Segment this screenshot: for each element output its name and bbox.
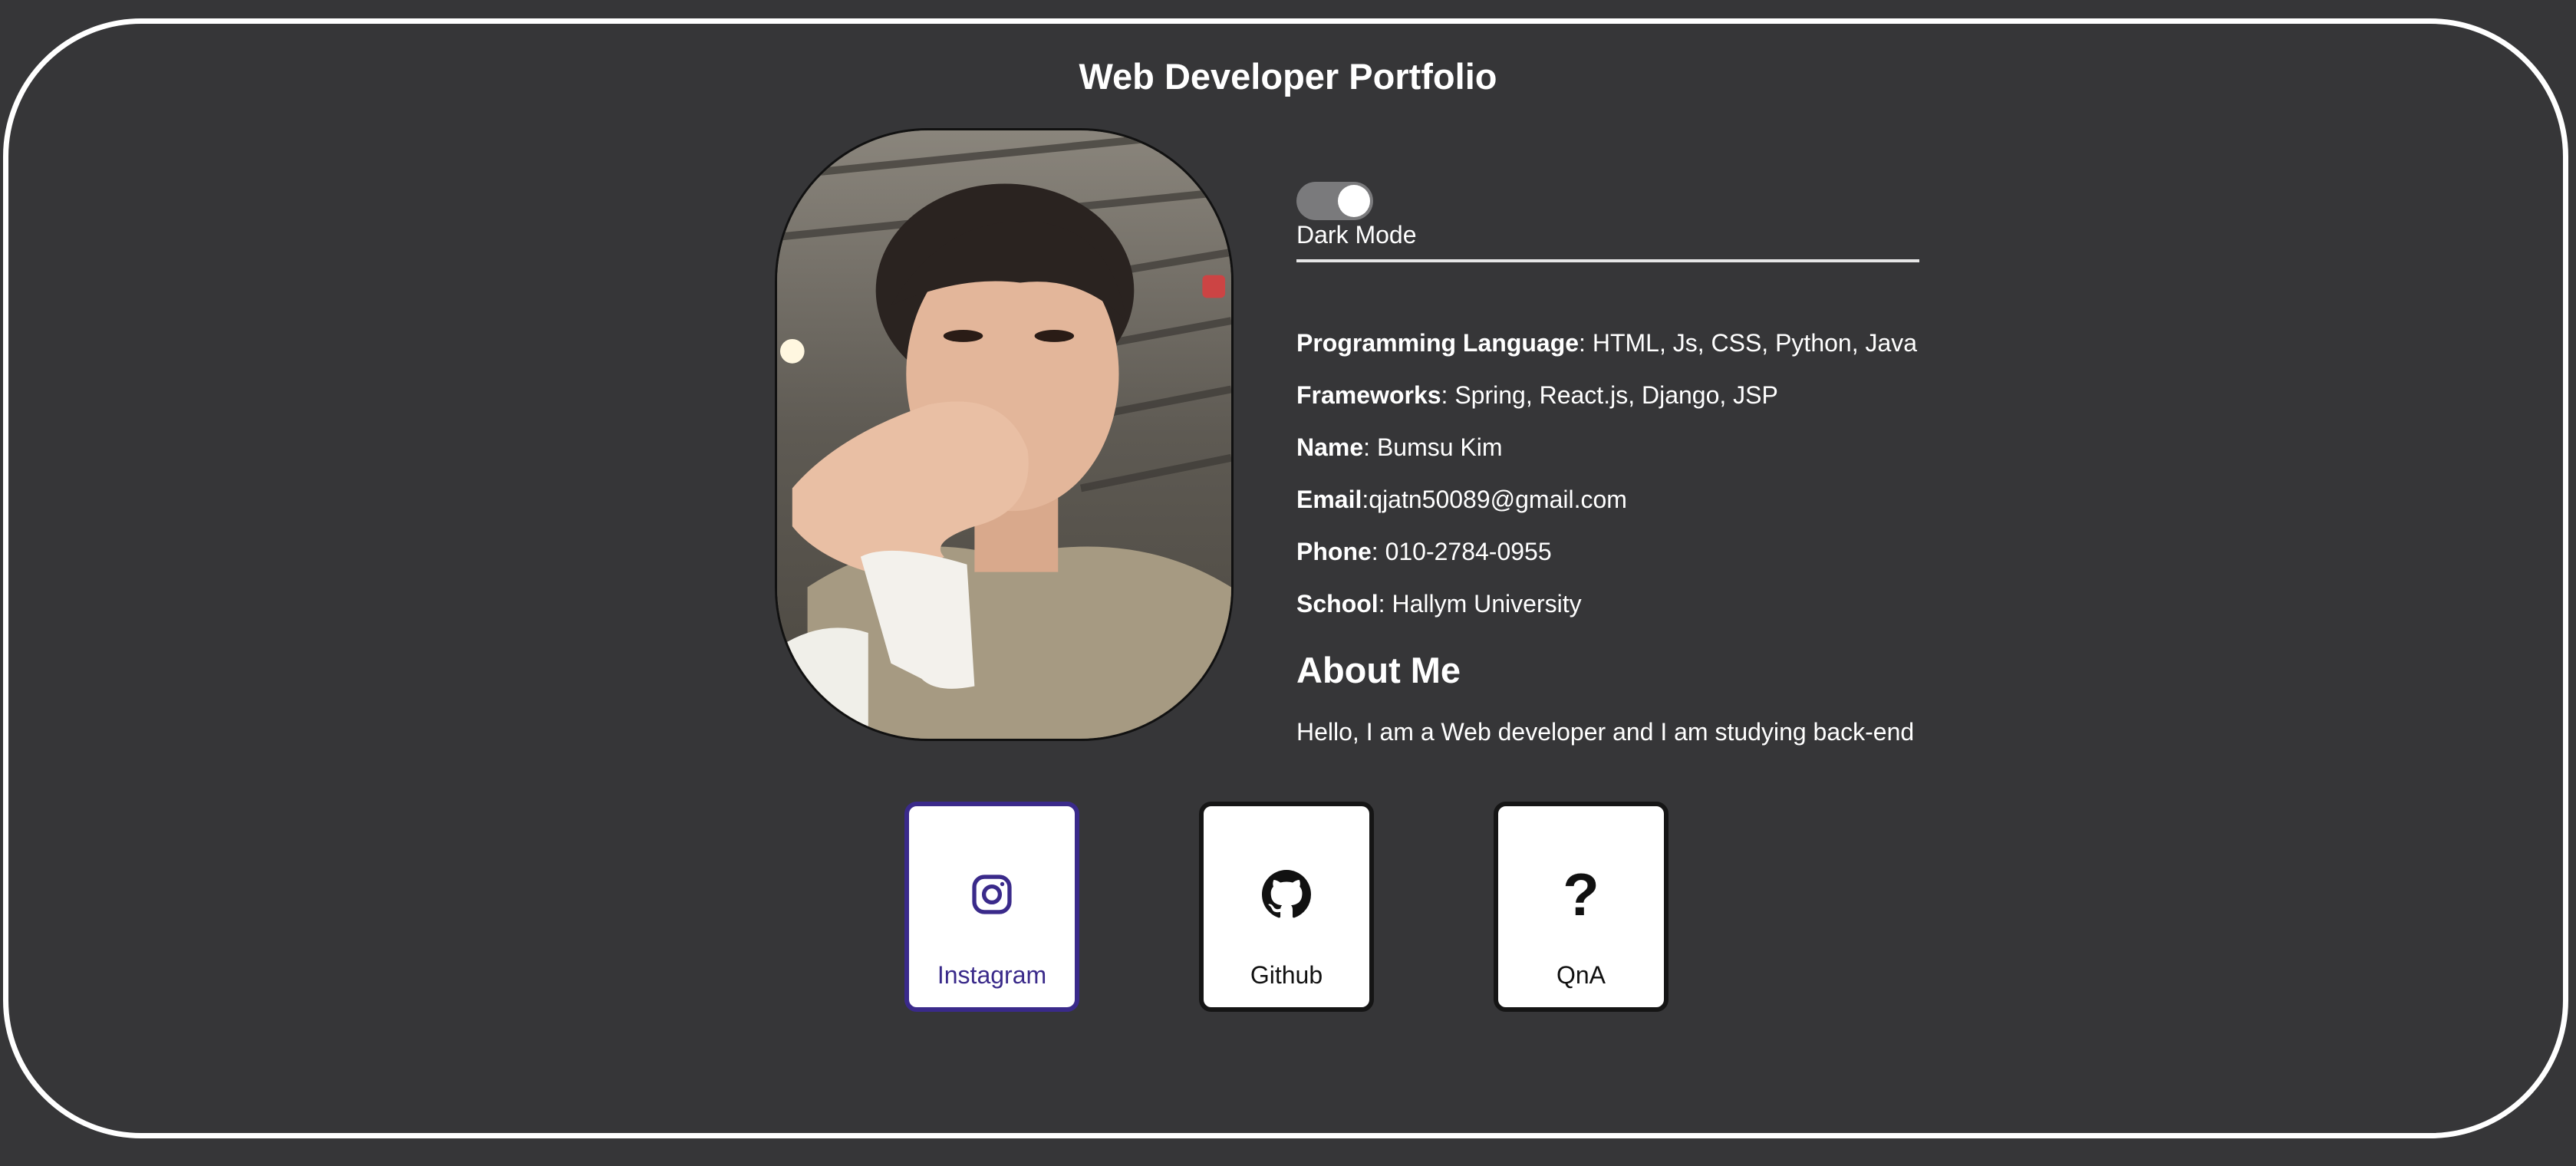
field-value: :qjatn50089@gmail.com — [1362, 486, 1627, 513]
field-name: Name: Bumsu Kim — [1296, 432, 1503, 463]
profile-photo — [775, 128, 1234, 741]
field-value: : Bumsu Kim — [1363, 433, 1503, 461]
field-value: : 010-2784-0955 — [1371, 538, 1552, 565]
page-title: Web Developer Portfolio — [1079, 56, 1497, 97]
field-school: School: Hallym University — [1296, 588, 1582, 619]
question-icon: ? — [1498, 861, 1664, 928]
dark-mode-label: Dark Mode — [1296, 221, 1417, 249]
field-frameworks: Frameworks: Spring, React.js, Django, JS… — [1296, 380, 1778, 410]
instagram-label: Instagram — [937, 961, 1047, 989]
dark-mode-toggle[interactable] — [1296, 182, 1373, 220]
about-title: About Me — [1296, 650, 1461, 690]
profile-photo-illustration — [777, 130, 1231, 739]
instagram-icon — [909, 868, 1075, 921]
qna-card[interactable]: ? QnA — [1494, 802, 1668, 1012]
qna-label: QnA — [1556, 961, 1606, 989]
question-glyph: ? — [1563, 861, 1599, 928]
instagram-card[interactable]: Instagram — [904, 802, 1079, 1012]
field-label: Phone — [1296, 538, 1372, 565]
field-label: Programming Language — [1296, 329, 1580, 357]
field-programming-language: Programming Language: HTML, Js, CSS, Pyt… — [1296, 328, 1917, 358]
github-label: Github — [1250, 961, 1323, 989]
field-value: : HTML, Js, CSS, Python, Java — [1579, 329, 1918, 357]
field-phone: Phone: 010-2784-0955 — [1296, 536, 1552, 567]
field-value: : Hallym University — [1378, 590, 1582, 618]
github-icon — [1204, 868, 1369, 921]
field-label: Frameworks — [1296, 381, 1441, 409]
divider — [1296, 259, 1919, 262]
field-email: Email:qjatn50089@gmail.com — [1296, 484, 1627, 515]
field-label: Email — [1296, 486, 1362, 513]
field-value: : Spring, React.js, Django, JSP — [1441, 381, 1778, 409]
about-text: Hello, I am a Web developer and I am stu… — [1296, 718, 1915, 746]
field-label: School — [1296, 590, 1379, 618]
github-card[interactable]: Github — [1199, 802, 1374, 1012]
toggle-knob — [1338, 185, 1370, 217]
field-label: Name — [1296, 433, 1364, 461]
